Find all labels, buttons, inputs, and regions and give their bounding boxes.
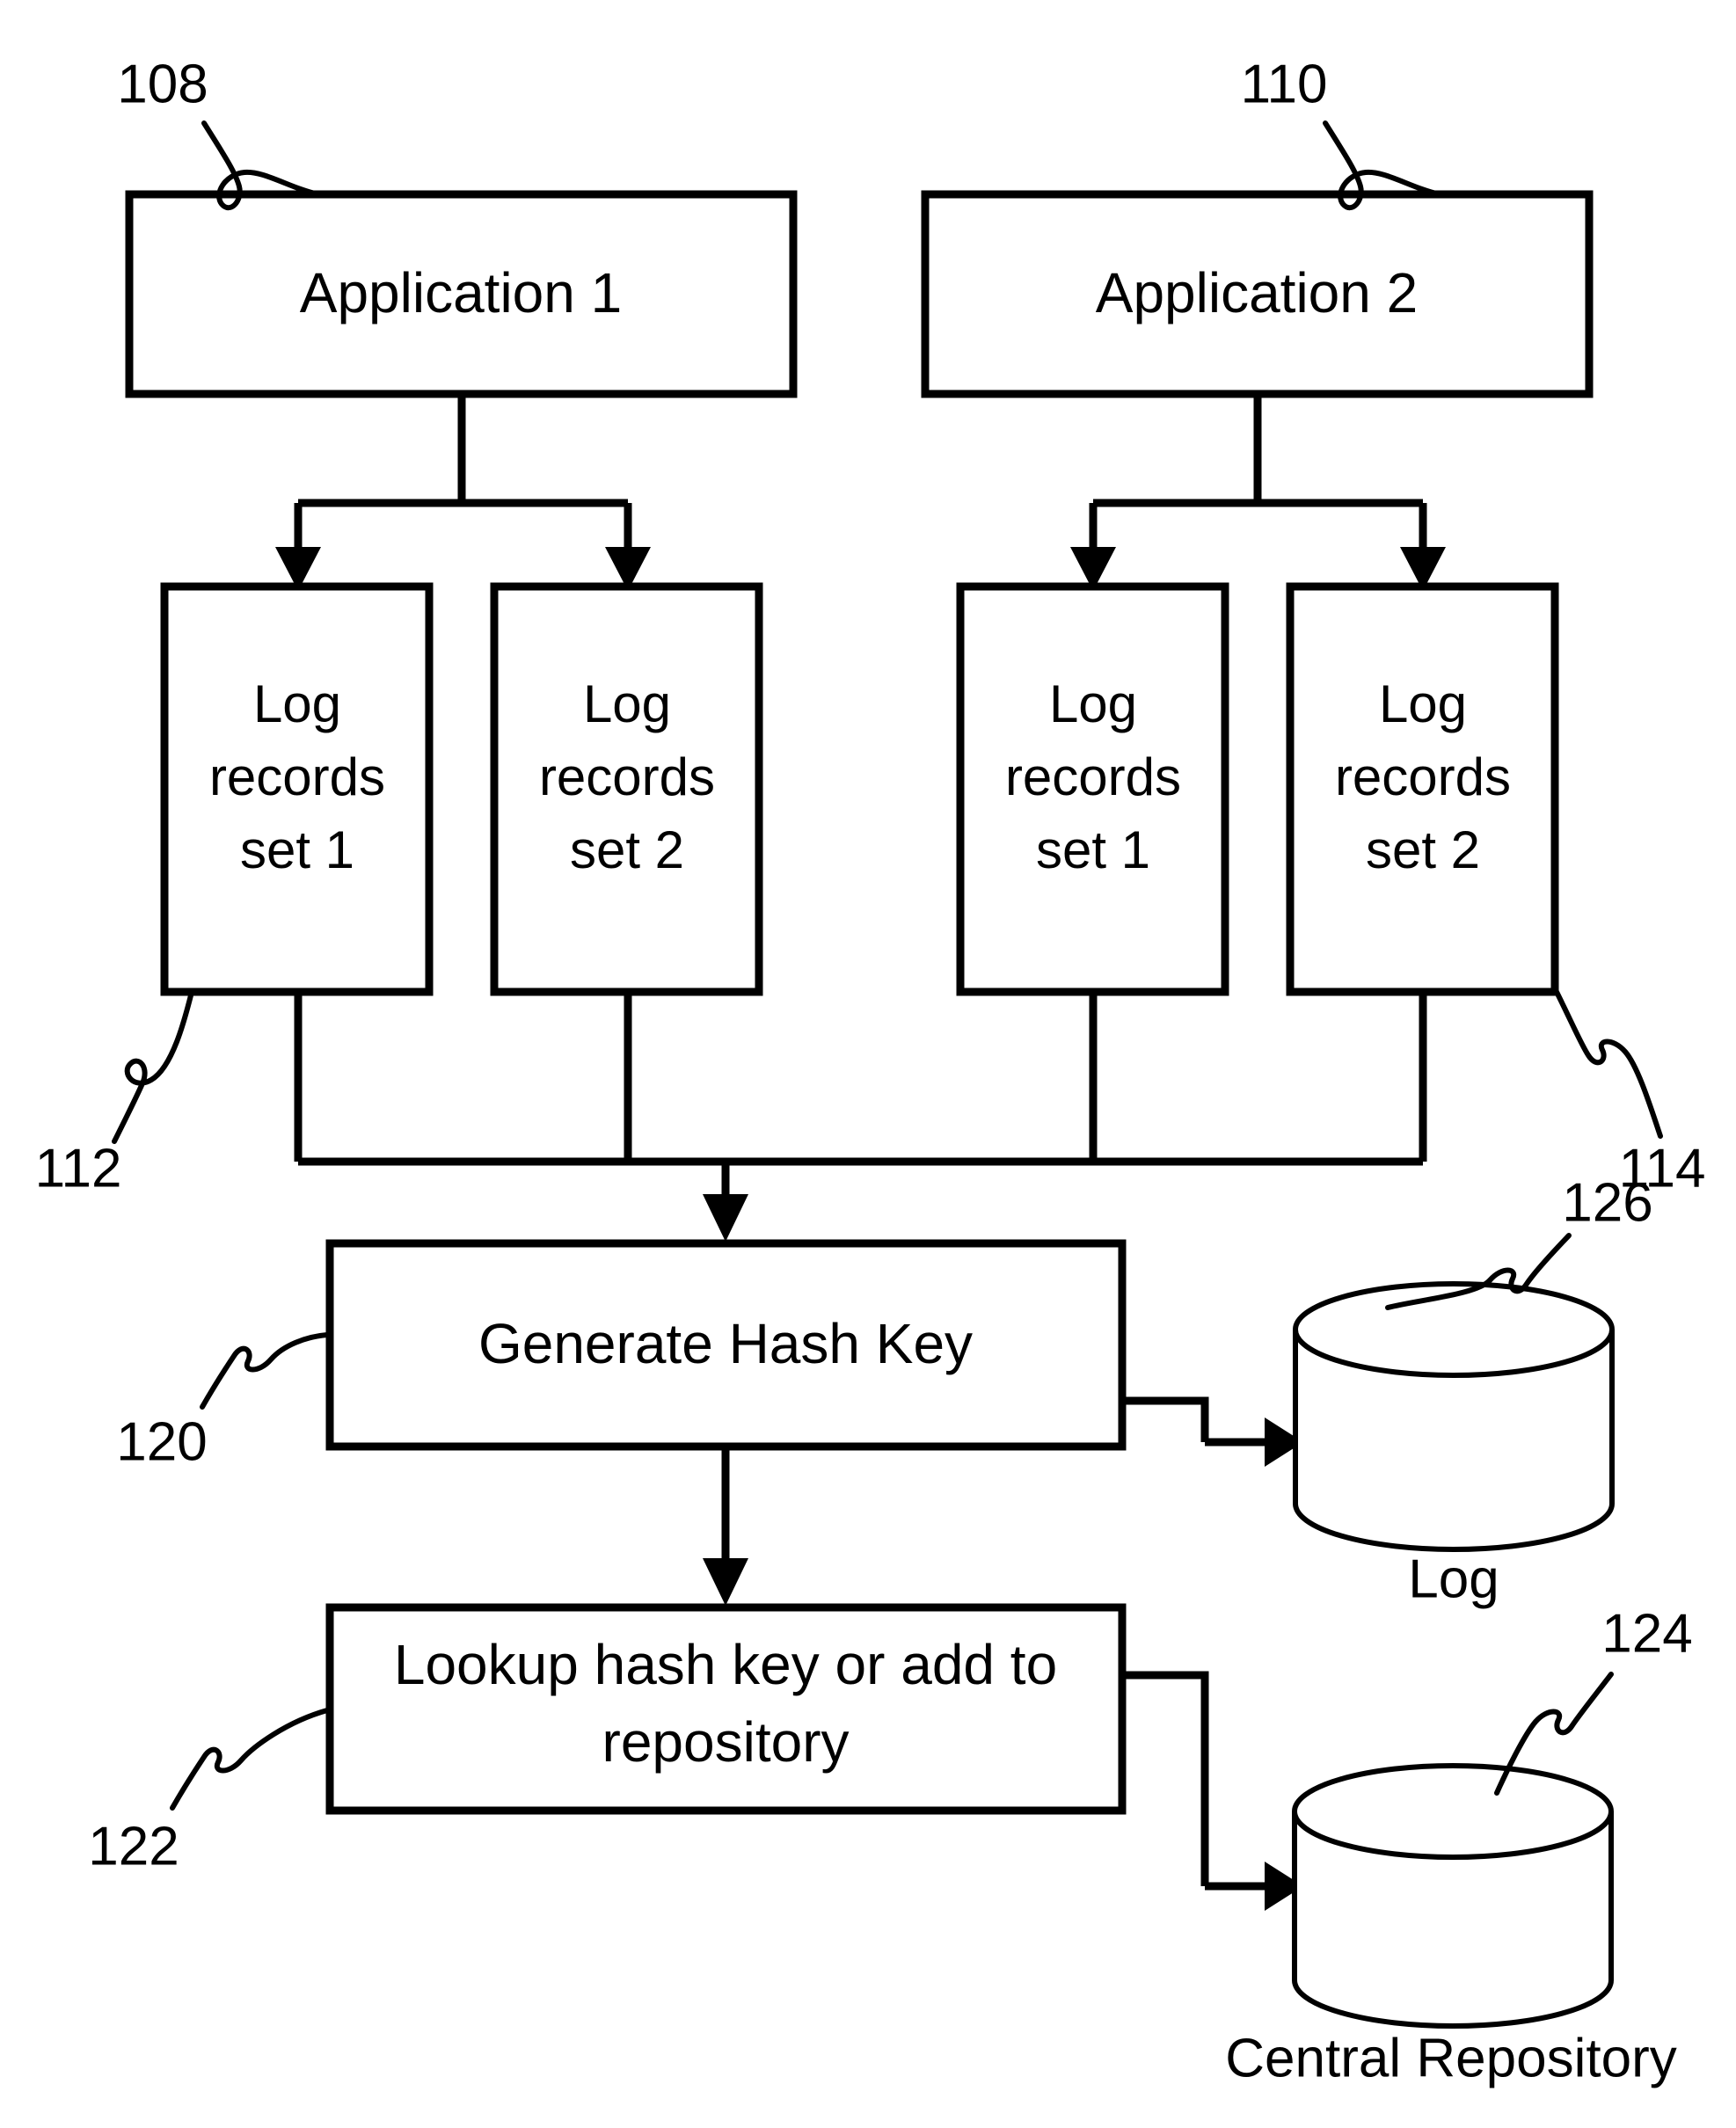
log-a1-set2-line2: records: [539, 747, 715, 806]
log-a1-set1-line2: records: [209, 747, 385, 806]
log-a2-set2-line2: records: [1335, 747, 1511, 806]
leader-110: 110: [1241, 54, 1442, 211]
log-store-caption: Log: [1408, 1549, 1499, 1609]
figure-canvas: Application 1 Application 2 Log records …: [35, 54, 1706, 2088]
generate-hash-key-label: Generate Hash Key: [478, 1312, 973, 1375]
leader-114: 114: [1554, 989, 1705, 1199]
log-a1-set2-line1: Log: [583, 674, 671, 733]
connector-logs-to-generate-hash-key: [294, 992, 1427, 1242]
log-a2-set2-line3: set 2: [1366, 820, 1480, 879]
box-log-records-a1-set1[interactable]: Log records set 1: [160, 582, 434, 996]
arrow-head-icon: [703, 1194, 748, 1242]
connector-hash-to-log-store: [1122, 1396, 1303, 1467]
lookup-hash-key-line1: Lookup hash key or add to: [394, 1633, 1057, 1696]
log-a2-set2-line1: Log: [1379, 674, 1467, 733]
box-generate-hash-key[interactable]: Generate Hash Key: [325, 1239, 1127, 1451]
log-a1-set1-line3: set 1: [240, 820, 354, 879]
arrow-head-icon: [703, 1558, 748, 1606]
log-a1-set1-line1: Log: [253, 674, 341, 733]
leader-124: 124: [1494, 1603, 1693, 1796]
log-a2-set1-line2: records: [1005, 747, 1181, 806]
box-lookup-hash-key[interactable]: Lookup hash key or add to repository: [325, 1603, 1127, 1815]
leader-112: 112: [35, 989, 194, 1199]
box-application-2[interactable]: Application 2: [921, 190, 1594, 398]
leader-122: 122: [88, 1708, 330, 1877]
box-log-records-a2-set2[interactable]: Log records set 2: [1286, 582, 1559, 996]
leader-108: 108: [117, 54, 321, 211]
box-log-records-a1-set2[interactable]: Log records set 2: [490, 582, 763, 996]
ref-numeral-122: 122: [88, 1816, 179, 1877]
ref-numeral-124: 124: [1601, 1603, 1692, 1664]
ref-numeral-108: 108: [117, 54, 208, 114]
ref-numeral-126: 126: [1562, 1172, 1652, 1233]
connector-app2-to-logs: [1070, 394, 1446, 591]
log-a2-set1-line1: Log: [1049, 674, 1137, 733]
box-log-records-a2-set1[interactable]: Log records set 1: [956, 582, 1229, 996]
ref-numeral-112: 112: [35, 1138, 122, 1199]
central-repository-caption: Central Repository: [1225, 2028, 1676, 2088]
ref-numeral-120: 120: [116, 1411, 207, 1472]
application-2-label: Application 2: [1096, 261, 1418, 324]
connector-lookup-to-central-repository: [1122, 1671, 1303, 1911]
cylinder-central-repository[interactable]: Central Repository: [1225, 1763, 1677, 2088]
application-1-label: Application 1: [300, 261, 622, 324]
connector-hash-to-lookup: [703, 1447, 748, 1606]
connector-app1-to-logs: [275, 394, 651, 591]
log-a2-set1-line3: set 1: [1036, 820, 1150, 879]
cylinder-log-store[interactable]: Log: [1293, 1281, 1615, 1609]
log-a1-set2-line3: set 2: [570, 820, 684, 879]
patent-figure: Application 1 Application 2 Log records …: [0, 0, 1736, 2128]
ref-numeral-110: 110: [1241, 54, 1328, 114]
leader-120: 120: [116, 1332, 330, 1472]
box-application-1[interactable]: Application 1: [125, 190, 798, 398]
lookup-hash-key-line2: repository: [602, 1710, 850, 1774]
